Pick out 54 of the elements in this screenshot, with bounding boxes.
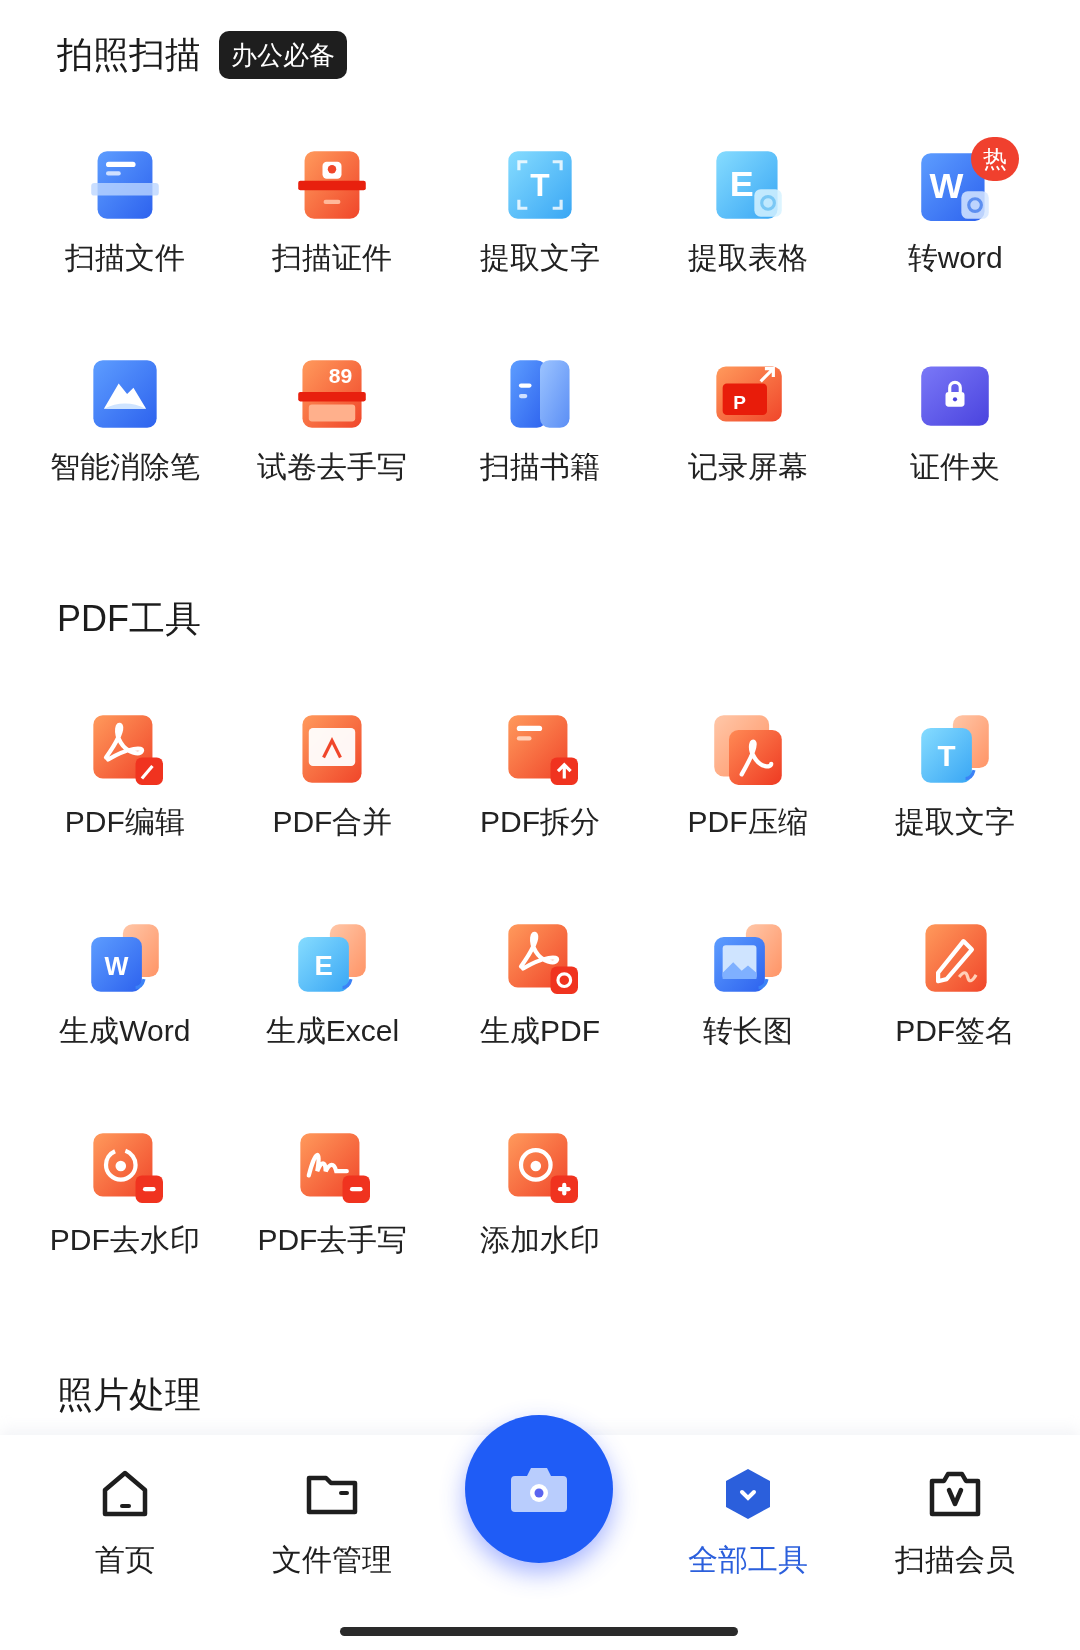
section-title: PDF工具 [57,597,201,641]
tool-item[interactable]: 证件夹 [851,344,1059,553]
tool-item[interactable]: PDF合并 [228,699,437,908]
nav-tab[interactable]: 全部工具 [643,1466,852,1580]
tool-label: 生成Word [59,1013,191,1049]
tool-label: 生成PDF [480,1013,600,1049]
tool-item[interactable]: 扫描证件 [228,135,437,344]
tool-item[interactable]: E 生成Excel [228,908,437,1117]
nav-tab[interactable]: 首页 [21,1466,229,1580]
tool-item[interactable]: 转长图 [643,908,852,1117]
tool-label: PDF拆分 [480,804,600,840]
tool-label: 试卷去手写 [257,449,408,485]
tool-label: PDF去水印 [49,1222,200,1258]
tool-label: 提取表格 [687,240,808,276]
tool-item[interactable]: 扫描书籍 [436,344,644,553]
tool-label: PDF编辑 [64,804,185,840]
tool-item[interactable]: PDF去手写 [228,1117,437,1326]
camera-button[interactable] [465,1415,613,1563]
nav-tab[interactable]: 扫描会员 [851,1466,1059,1580]
tool-label: 生成Excel [265,1013,400,1049]
tool-item[interactable]: 智能消除笔 [21,344,229,553]
tool-item[interactable]: PDF编辑 [21,699,229,908]
tool-item[interactable]: 89 试卷去手写 [228,344,437,553]
tool-item[interactable]: 扫描文件 [21,135,229,344]
tool-item[interactable]: 生成PDF [436,908,644,1117]
tool-item[interactable]: P 记录屏幕 [643,344,852,553]
tool-item[interactable]: T 提取文字 [851,699,1059,908]
tool-label: 提取文字 [480,240,600,276]
tool-label: 扫描文件 [64,240,185,276]
tool-label: 提取文字 [895,804,1016,840]
tool-label: PDF去手写 [257,1222,408,1258]
tool-label: 转长图 [702,1013,793,1049]
tool-item[interactable]: PDF去水印 [21,1117,229,1326]
tool-label: 扫描证件 [272,240,393,276]
tool-label: PDF签名 [895,1013,1016,1049]
tool-label: 扫描书籍 [480,449,600,485]
tool-label: PDF压缩 [687,804,808,840]
tool-item[interactable]: T 提取文字 [436,135,644,344]
section-title: 拍照扫描 [57,33,201,77]
tool-item[interactable]: 添加水印 [436,1117,644,1326]
tool-label: 智能消除笔 [49,449,200,485]
tool-label: 添加水印 [480,1222,600,1258]
tool-item[interactable]: E 提取表格 [643,135,852,344]
section-title: 照片处理 [57,1373,201,1417]
tool-item[interactable]: PDF压缩 [643,699,852,908]
tool-label: 证件夹 [910,449,1001,485]
tool-item[interactable]: PDF签名 [851,908,1059,1117]
tool-item[interactable]: PDF拆分 [436,699,644,908]
tool-label: 转word [907,240,1003,276]
tool-item[interactable]: W 生成Word [21,908,229,1117]
section-badge: 办公必备 [219,31,347,79]
tool-label: 记录屏幕 [687,449,808,485]
nav-tab[interactable]: 文件管理 [228,1466,437,1580]
tool-label: PDF合并 [272,804,393,840]
